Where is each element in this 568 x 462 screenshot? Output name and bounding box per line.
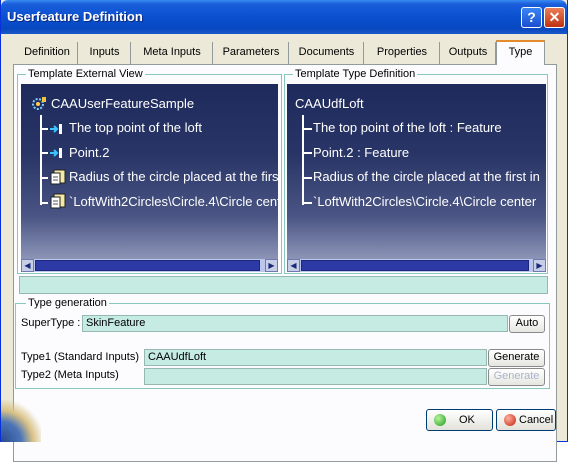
cancel-button[interactable]: Cancel: [496, 409, 556, 431]
type1-label: Type1 (Standard Inputs): [21, 351, 140, 363]
type-definition-item[interactable]: The top point of the loft : Feature: [313, 120, 502, 135]
external-view-tree[interactable]: CAAUserFeatureSample The top point of th…: [21, 84, 278, 260]
auto-button[interactable]: Auto: [509, 315, 545, 333]
tab-definition[interactable]: Definition: [17, 42, 78, 64]
external-view-label: Template External View: [26, 68, 145, 80]
tree-connector: [302, 177, 312, 179]
tree-connector: [40, 202, 48, 204]
tab-inputs[interactable]: Inputs: [79, 42, 131, 64]
type-definition-item[interactable]: `LoftWith2Circles\Circle.4\Circle center: [313, 194, 536, 209]
corner-decoration: [1, 400, 41, 442]
type-definition-tree[interactable]: CAAUdfLoft The top point of the loft : F…: [287, 84, 546, 260]
user-feature-icon: [31, 96, 47, 112]
tree-connector: [40, 177, 48, 179]
type2-field[interactable]: [144, 368, 487, 385]
generate-meta-button[interactable]: Generate: [488, 368, 545, 386]
parameter-sheet-icon: [49, 169, 67, 185]
tab-properties[interactable]: Properties: [365, 42, 440, 64]
tab-parameters[interactable]: Parameters: [214, 42, 289, 64]
input-arrow-icon: [49, 145, 65, 161]
external-view-item[interactable]: `LoftWith2Circles\Circle.4\Circle center: [69, 194, 278, 209]
tree-connector: [302, 128, 312, 130]
tab-outputs[interactable]: Outputs: [441, 42, 496, 64]
tree-connector: [302, 152, 312, 154]
scroll-left-arrow-icon[interactable]: ◀: [21, 259, 34, 272]
external-view-item[interactable]: The top point of the loft: [69, 120, 202, 135]
scroll-left-arrow-icon[interactable]: ◀: [287, 259, 300, 272]
title-bar: Userfeature Definition ? ✕: [1, 0, 567, 34]
type-definition-root[interactable]: CAAUdfLoft: [295, 96, 364, 111]
type-definition-scrollbar[interactable]: ◀ ▶: [287, 259, 546, 272]
tab-type[interactable]: Type: [496, 40, 545, 65]
external-view-scrollbar[interactable]: ◀ ▶: [21, 259, 278, 272]
ok-label: OK: [459, 414, 475, 426]
tree-connector: [40, 128, 48, 130]
scroll-thumb[interactable]: [35, 260, 260, 271]
dialog-window: Userfeature Definition ? ✕ Definition In…: [0, 0, 568, 462]
input-arrow-icon: [49, 121, 65, 137]
close-button[interactable]: ✕: [544, 7, 565, 28]
scroll-thumb[interactable]: [301, 260, 529, 271]
type-definition-item[interactable]: Point.2 : Feature: [313, 145, 409, 160]
cancel-icon: [504, 414, 516, 426]
type-generation-label: Type generation: [26, 297, 109, 309]
tab-documents[interactable]: Documents: [290, 42, 364, 64]
type-definition-label: Template Type Definition: [293, 68, 418, 80]
scroll-right-arrow-icon[interactable]: ▶: [265, 259, 278, 272]
status-bar: [19, 276, 548, 294]
cancel-label: Cancel: [519, 414, 554, 426]
generate-button[interactable]: Generate: [488, 349, 545, 367]
external-view-item[interactable]: Radius of the circle placed at the first: [69, 169, 278, 184]
type2-label: Type2 (Meta Inputs): [21, 369, 119, 381]
supertype-label: SuperType :: [21, 317, 81, 329]
supertype-field[interactable]: SkinFeature: [82, 315, 508, 332]
parameter-sheet-icon: [49, 193, 67, 209]
type1-field[interactable]: CAAUdfLoft: [144, 349, 487, 366]
type-definition-item[interactable]: Radius of the circle placed at the first…: [313, 169, 540, 184]
window-title: Userfeature Definition: [7, 9, 143, 24]
external-view-item[interactable]: Point.2: [69, 145, 109, 160]
tree-connector: [302, 202, 312, 204]
tree-connector: [40, 152, 48, 154]
scroll-right-arrow-icon[interactable]: ▶: [533, 259, 546, 272]
ok-check-icon: [434, 414, 446, 426]
external-view-root[interactable]: CAAUserFeatureSample: [51, 96, 194, 111]
tab-meta-inputs[interactable]: Meta Inputs: [132, 42, 213, 64]
ok-button[interactable]: OK: [426, 409, 493, 431]
help-button[interactable]: ?: [521, 7, 542, 28]
